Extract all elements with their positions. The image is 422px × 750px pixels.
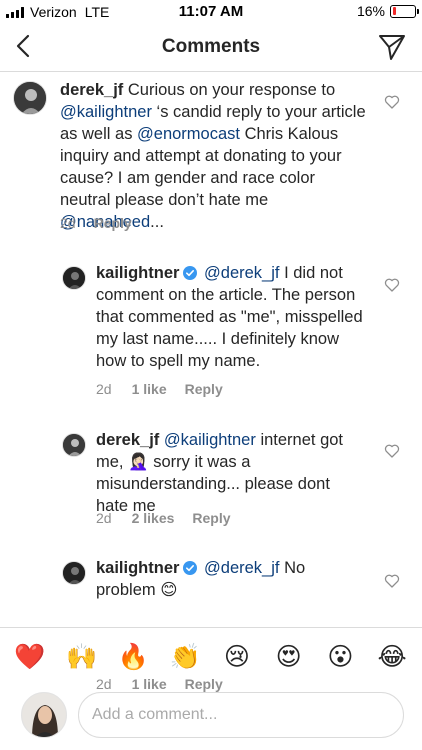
verified-badge-icon <box>183 266 198 280</box>
comment-text: derek_jf Curious on your response to @ka… <box>60 79 370 233</box>
comment-item: derek_jf Curious on your response to @ka… <box>0 73 422 243</box>
heart-icon[interactable] <box>384 94 400 110</box>
battery-icon <box>390 4 419 18</box>
emoji-laugh-button[interactable]: 😂 <box>374 642 410 672</box>
comment-item: derek_jf @kailightner internet got me, 🤦… <box>0 425 422 535</box>
mention-link[interactable]: @enormocast <box>137 125 240 143</box>
comment-time: 2d <box>96 510 112 526</box>
paper-plane-icon <box>379 35 405 60</box>
emoji-fire-button[interactable]: 🔥 <box>115 642 151 672</box>
mention-link[interactable]: @derek_jf <box>204 559 279 577</box>
avatar <box>21 692 67 738</box>
emoji-heart-eyes-button[interactable]: 😍 <box>271 642 307 672</box>
heart-icon[interactable] <box>384 443 400 459</box>
verified-badge-icon <box>183 561 198 575</box>
nav-bar: Comments <box>0 22 422 72</box>
comment-text: kailightner @derek_jf I did not comment … <box>96 262 366 372</box>
comment-username[interactable]: kailightner <box>96 559 179 577</box>
avatar[interactable] <box>62 433 86 457</box>
mention-link[interactable]: @kailightner <box>60 103 152 121</box>
reply-button[interactable]: Reply <box>185 381 223 397</box>
reply-button[interactable]: Reply <box>94 215 132 231</box>
comment-meta: 2d 1 like Reply <box>96 381 223 397</box>
battery-group: 16% <box>356 3 419 19</box>
reply-button[interactable]: Reply <box>192 510 230 526</box>
comment-meta: 2d Reply <box>60 215 132 231</box>
avatar[interactable] <box>62 266 86 290</box>
battery-percent: 16% <box>356 3 385 19</box>
comment-meta: 2d 2 likes Reply <box>96 510 231 526</box>
emoji-raised-hands-button[interactable]: 🙌 <box>64 642 100 672</box>
emoji-heart-button[interactable]: ❤️ <box>12 642 48 672</box>
battery-fill <box>392 7 396 15</box>
comment-input-bar: Add a comment... <box>0 686 422 750</box>
comment-text: derek_jf @kailightner internet got me, 🤦… <box>96 429 366 517</box>
emoji-bar: ❤️ 🙌 🔥 👏 😢 😍 😮 😂 <box>0 627 422 685</box>
page-title: Comments <box>161 36 261 57</box>
like-count[interactable]: 2 likes <box>132 510 175 526</box>
emoji-cry-button[interactable]: 😢 <box>219 642 255 672</box>
comment-item: kailightner @derek_jf No problem 😊 2d 1 … <box>0 557 422 692</box>
avatar[interactable] <box>62 561 86 585</box>
like-count[interactable]: 1 like <box>132 381 167 397</box>
avatar[interactable] <box>13 81 47 115</box>
comment-username[interactable]: derek_jf <box>60 81 123 99</box>
mention-link[interactable]: @derek_jf <box>204 264 279 282</box>
comment-body: ... <box>150 213 164 231</box>
emoji-clap-button[interactable]: 👏 <box>167 642 203 672</box>
comment-username[interactable]: derek_jf <box>96 431 159 449</box>
comment-body: Curious on your response to <box>123 81 336 99</box>
comment-input[interactable]: Add a comment... <box>78 692 404 738</box>
comment-item: kailightner @derek_jf I did not comment … <box>0 258 422 398</box>
heart-icon[interactable] <box>384 277 400 293</box>
comment-time: 2d <box>96 381 112 397</box>
comment-text: kailightner @derek_jf No problem 😊 <box>96 557 366 601</box>
mention-link[interactable]: @kailightner <box>164 431 256 449</box>
comment-username[interactable]: kailightner <box>96 264 179 282</box>
send-button[interactable] <box>378 33 406 61</box>
comment-time: 2d <box>60 215 76 231</box>
emoji-surprised-button[interactable]: 😮 <box>322 642 358 672</box>
heart-icon[interactable] <box>384 573 400 589</box>
status-bar: Verizon LTE 11:07 AM 16% <box>0 0 422 22</box>
